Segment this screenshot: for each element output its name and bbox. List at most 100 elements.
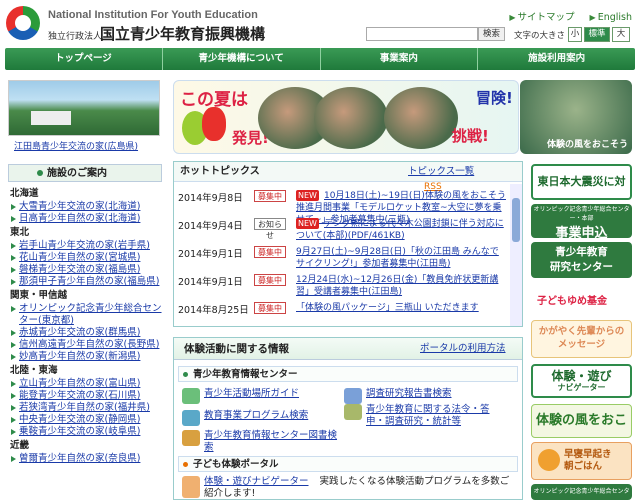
banner-photo-3 xyxy=(384,87,458,149)
status-badge: 募集中 xyxy=(254,302,286,314)
triangle-icon: ▶ xyxy=(509,13,516,22)
facility-link[interactable]: 中央青少年交流の家(静岡県) xyxy=(19,414,140,425)
facility-link[interactable]: 妙高青少年自然の家(新潟県) xyxy=(19,351,140,362)
dream-fund-banner[interactable]: 子どもゆめ基金 xyxy=(531,282,632,316)
english-link[interactable]: English xyxy=(598,12,632,23)
nav-top[interactable]: トップページ xyxy=(5,48,163,70)
nav-facilities[interactable]: 施設利用案内 xyxy=(478,48,635,70)
topic-row: 2014年9月8日 募集中 NEW 10月18日(土)~19日(日)体験の風をお… xyxy=(178,190,508,225)
library-search-link[interactable]: 青少年教育情報センター図書検索 xyxy=(182,430,342,454)
program-application-banner[interactable]: オリンピック記念青少年総合センター・本部 事業申込 xyxy=(531,204,632,238)
org-type: 独立行政法人 xyxy=(48,32,103,42)
search-button[interactable]: 検索 xyxy=(478,27,505,41)
topic-date: 2014年9月1日 xyxy=(178,249,243,260)
topic-link[interactable]: 12月24日(水)~12月26日(金)「教員免許状更新講習」受講者募集中(江田島… xyxy=(296,274,506,298)
topic-date: 2014年9月4日 xyxy=(178,221,243,232)
sitemap-link[interactable]: サイトマップ xyxy=(517,12,574,23)
activity-place-guide-link[interactable]: 青少年活動場所ガイド xyxy=(182,388,299,404)
book-icon xyxy=(182,430,200,446)
r8-line-2: 朝ごはん xyxy=(564,461,603,472)
topic-link[interactable]: デング熱による代々木公園封鎖に伴う対応について(本部)(PDF/461KB) xyxy=(296,218,506,242)
facility-link[interactable]: 若狭湾青少年自然の家(福井県) xyxy=(19,402,150,413)
topic-row: 2014年9月1日 募集中 9月27日(土)~9月28日(日)「秋の江田島 みん… xyxy=(178,246,508,274)
document-icon xyxy=(344,388,362,404)
topic-link[interactable]: 9月27日(土)~9月28日(日)「秋の江田島 みんなでサイクリング!」参加者募… xyxy=(296,246,506,270)
topic-row: 2014年8月25日 募集中 「体験の風パッケージ」三瓶山 いただきます xyxy=(178,302,508,314)
facility-photo[interactable] xyxy=(8,80,160,136)
facility-link[interactable]: 立山青少年自然の家(富山県) xyxy=(19,378,140,389)
info-center-heading: 青少年教育情報センター xyxy=(178,366,518,382)
region-kinki: 近畿 xyxy=(10,440,30,451)
experience-header: 体験活動に関する情報 ポータルの利用方法 xyxy=(174,338,522,360)
facility-photo-caption[interactable]: 江田島青少年交流の家(広島県) xyxy=(14,139,138,152)
org-name-en: National Institution For Youth Education xyxy=(48,9,258,21)
facility-link[interactable]: オリンピック記念青少年総合センター(東京都) xyxy=(19,303,162,326)
font-medium-button[interactable]: 標準 xyxy=(584,27,610,42)
r3-line-2: 研究センター xyxy=(550,261,613,273)
kids-portal-heading: 子ども体験ポータル xyxy=(178,456,518,472)
r8-line-1: 早寝早起き xyxy=(564,449,612,460)
font-large-button[interactable]: 大 xyxy=(612,27,630,42)
font-small-button[interactable]: 小 xyxy=(568,27,582,42)
senior-message-banner[interactable]: かがやく先輩からの メッセージ xyxy=(531,320,632,358)
people-icon xyxy=(182,410,200,426)
status-badge: 募集中 xyxy=(254,246,286,258)
mascot-red xyxy=(202,107,226,141)
topics-scrollbar[interactable] xyxy=(510,184,522,326)
site-header: National Institution For Youth Education… xyxy=(0,0,640,46)
experience-title: 体験活動に関する情報 xyxy=(184,343,289,355)
facility-list: 北海道 大雪青少年交流の家(北海道) 日高青少年自然の家(北海道) 東北 岩手山… xyxy=(10,186,162,465)
laws-stats-link[interactable]: 青少年教育に関する法令・答申・調査研究・統計等 xyxy=(344,404,494,428)
play-navigator-banner[interactable]: 体験・遊び ナビゲーター xyxy=(531,364,632,398)
portal-usage-link[interactable]: ポータルの利用方法 xyxy=(420,338,506,360)
top-links: ▶ サイトマップ ▶ English xyxy=(509,9,632,23)
r4-text: 子どもゆめ基金 xyxy=(537,296,607,307)
topic-date: 2014年8月25日 xyxy=(178,305,249,314)
banner-title-3: 冒険! xyxy=(476,89,513,107)
nav-about[interactable]: 青少年機構について xyxy=(163,48,321,70)
font-size-label: 文字の大きさ xyxy=(514,31,566,41)
facility-link[interactable]: 能登青少年交流の家(石川県) xyxy=(19,390,140,401)
facility-link[interactable]: 那須甲子青少年自然の家(福島県) xyxy=(19,276,159,287)
hot-topics-header: ホットトピックス トピックス一覧 xyxy=(174,162,522,182)
r5-line-1: かがやく先輩からの xyxy=(538,326,625,337)
topic-link[interactable]: 「体験の風パッケージ」三瓶山 いただきます xyxy=(296,302,506,314)
research-center-banner[interactable]: 青少年教育 研究センター xyxy=(531,242,632,278)
earthquake-response-banner[interactable]: 東日本大震災に対する取組 xyxy=(531,164,632,200)
status-badge: 募集中 xyxy=(254,274,286,286)
topics-list-link[interactable]: トピックス一覧 xyxy=(408,166,474,178)
status-badge: 募集中 xyxy=(254,190,286,202)
program-search-link[interactable]: 教育事業プログラム検索 xyxy=(182,410,308,426)
topics-list: 2014年9月8日 募集中 NEW 10月18日(土)~19日(日)体験の風をお… xyxy=(178,190,508,314)
r5-line-2: メッセージ xyxy=(557,339,606,350)
wind-campaign-banner[interactable]: 体験の風をおこそう xyxy=(531,404,632,438)
facility-link[interactable]: 赤城青少年交流の家(群馬県) xyxy=(19,327,140,338)
chart-icon xyxy=(344,404,362,420)
region-hokuriku: 北陸・東海 xyxy=(10,365,58,376)
experience-panel: 体験活動に関する情報 ポータルの利用方法 青少年教育情報センター 青少年活動場所… xyxy=(173,337,523,500)
early-bed-banner[interactable]: 早寝早起き 朝ごはん xyxy=(531,442,632,480)
research-report-link[interactable]: 調査研究報告書検索 xyxy=(344,388,452,404)
nav-programs[interactable]: 事業案内 xyxy=(321,48,479,70)
banner-title-4: 挑戦! xyxy=(452,127,489,145)
facility-link[interactable]: 曽爾青少年自然の家(奈良県) xyxy=(19,453,140,464)
kids-icon xyxy=(182,476,200,498)
summer-banner[interactable]: この夏は 発見! 冒険! 挑戦! xyxy=(173,80,519,154)
r3-line-1: 青少年教育 xyxy=(555,246,608,258)
facility-link[interactable]: 信州高遠青少年自然の家(長野県) xyxy=(19,339,159,350)
topic-date: 2014年9月8日 xyxy=(178,193,243,204)
facility-link[interactable]: 日高青少年自然の家(北海道) xyxy=(19,213,140,224)
navigator-link[interactable]: 体験・遊びナビゲーター xyxy=(204,476,309,487)
wind-banner[interactable]: 体験の風をおこそう xyxy=(520,80,632,154)
facility-link[interactable]: 岩手山青少年交流の家(岩手県) xyxy=(19,240,150,251)
org-name-jp[interactable]: 国立青少年教育振興機構 xyxy=(100,23,265,44)
scroll-thumb[interactable] xyxy=(512,198,520,242)
facility-link[interactable]: 花山青少年自然の家(宮城県) xyxy=(19,252,140,263)
search-input[interactable] xyxy=(366,27,478,41)
olympic-center-banner[interactable]: オリンピック記念青少年総合センター xyxy=(531,484,632,500)
facility-link[interactable]: 乗鞍青少年交流の家(岐阜県) xyxy=(19,426,140,437)
logo-icon[interactable] xyxy=(6,6,40,40)
wind-banner-text: 体験の風をおこそう xyxy=(546,140,628,150)
facility-link[interactable]: 磐梯青少年交流の家(福島県) xyxy=(19,264,140,275)
facility-link[interactable]: 大雪青少年交流の家(北海道) xyxy=(19,201,140,212)
